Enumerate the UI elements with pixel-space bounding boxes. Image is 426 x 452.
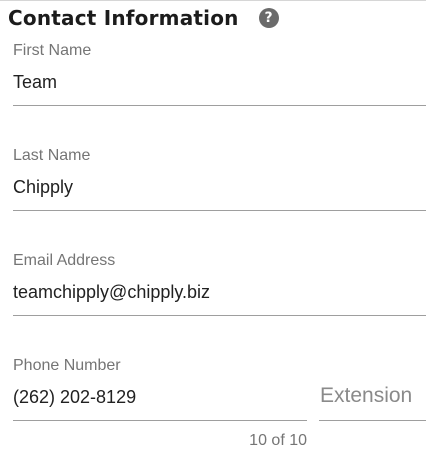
- email-underline: [13, 315, 426, 316]
- email-field[interactable]: Email Address teamchipply@chipply.biz: [13, 252, 426, 318]
- last-name-field[interactable]: Last Name Chipply: [13, 147, 426, 213]
- first-name-input[interactable]: Team: [13, 72, 57, 93]
- phone-character-counter: 10 of 10: [249, 432, 307, 449]
- phone-label: Phone Number: [13, 357, 121, 374]
- first-name-field[interactable]: First Name Team: [13, 42, 426, 108]
- section-header: Contact Information ?: [8, 4, 279, 32]
- phone-underline: [13, 420, 307, 421]
- top-divider: [0, 0, 426, 1]
- first-name-underline: [13, 105, 426, 106]
- first-name-label: First Name: [13, 42, 92, 59]
- email-input[interactable]: teamchipply@chipply.biz: [13, 282, 210, 303]
- last-name-label: Last Name: [13, 147, 91, 164]
- question-circle-icon[interactable]: ?: [258, 8, 279, 28]
- email-label: Email Address: [13, 252, 116, 269]
- section-title: Contact Information: [8, 6, 239, 30]
- phone-field[interactable]: Phone Number (262) 202-8129: [13, 357, 307, 423]
- phone-input[interactable]: (262) 202-8129: [13, 387, 136, 408]
- last-name-input[interactable]: Chipply: [13, 177, 73, 198]
- extension-input[interactable]: Extension: [320, 384, 412, 408]
- extension-underline: [319, 420, 426, 421]
- last-name-underline: [13, 210, 426, 211]
